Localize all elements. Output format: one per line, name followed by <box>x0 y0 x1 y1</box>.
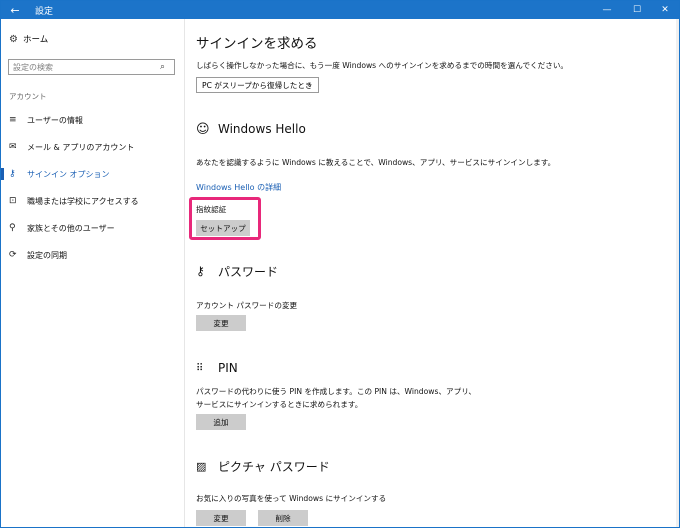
picture-password-title: ピクチャ パスワード <box>218 459 330 474</box>
minimize-icon[interactable]: — <box>593 1 621 19</box>
pin-keypad-icon: ⠿ <box>196 362 204 374</box>
picture-password-change-button[interactable]: 変更 <box>196 510 246 526</box>
sidebar-item-label: 設定の同期 <box>27 250 67 260</box>
key-icon: ⚷ <box>196 264 205 278</box>
briefcase-icon: ⊡ <box>9 196 17 206</box>
require-signin-description: しばらく操作しなかった場合に、もう一度 Windows へのサインインを求めるま… <box>196 61 569 70</box>
mail-icon: ✉ <box>9 142 17 152</box>
pin-description-line2: サービスにサインインするときに求められます。 <box>196 400 363 409</box>
password-description: アカウント パスワードの変更 <box>196 301 298 310</box>
chevron-down-icon: ⌄ <box>306 80 313 89</box>
sidebar: ⚙ ホーム ⌕ アカウント ≡ ユーザーの情報 ✉ メール & アプリのアカウン… <box>1 19 185 527</box>
sync-icon: ⟳ <box>9 250 17 260</box>
windows-hello-description: あなたを認識するように Windows に教えることで、Windows、アプリ、… <box>196 158 556 167</box>
pin-header: ⠿ PIN <box>196 359 238 377</box>
fingerprint-label: 指紋認証 <box>196 205 227 214</box>
settings-window: ← 設定 — ☐ ✕ ⚙ ホーム ⌕ アカウント ≡ ユーザーの情報 ✉ メール… <box>0 0 680 528</box>
back-arrow-icon[interactable]: ← <box>1 1 29 19</box>
sidebar-item-label: 家族とその他のユーザー <box>27 223 115 233</box>
title-bar: ← 設定 — ☐ ✕ <box>1 1 679 19</box>
picture-password-description: お気に入りの写真を使って Windows にサインインする <box>196 494 387 503</box>
gear-icon: ⚙ <box>9 33 18 45</box>
maximize-icon[interactable]: ☐ <box>623 1 651 19</box>
settings-search-input[interactable] <box>13 61 158 73</box>
picture-password-header: ▨ ピクチャ パスワード <box>196 457 330 475</box>
password-title: パスワード <box>218 264 279 279</box>
sidebar-item-email-accounts[interactable]: ✉ メール & アプリのアカウント <box>1 138 184 156</box>
settings-search-box[interactable]: ⌕ <box>8 59 175 75</box>
sidebar-section-label: アカウント <box>9 92 47 101</box>
search-icon[interactable]: ⌕ <box>160 62 165 72</box>
sidebar-home-label: ホーム <box>23 35 49 45</box>
sidebar-item-label: 職場または学校にアクセスする <box>27 196 139 206</box>
picture-password-remove-button[interactable]: 削除 <box>258 510 308 526</box>
user-info-icon: ≡ <box>9 115 17 125</box>
windows-hello-learn-more-link[interactable]: Windows Hello の詳細 <box>196 182 281 193</box>
windows-hello-header: ☺ Windows Hello <box>196 120 306 138</box>
password-header: ⚷ パスワード <box>196 262 278 280</box>
windows-hello-title: Windows Hello <box>218 122 306 136</box>
key-icon: ⚷ <box>9 169 16 179</box>
fingerprint-setup-button[interactable]: セットアップ <box>196 220 250 236</box>
sidebar-item-user-info[interactable]: ≡ ユーザーの情報 <box>1 111 184 129</box>
sidebar-item-label: メール & アプリのアカウント <box>27 142 135 152</box>
password-change-button[interactable]: 変更 <box>196 315 246 331</box>
close-icon[interactable]: ✕ <box>651 1 679 19</box>
picture-icon: ▨ <box>196 459 207 473</box>
require-signin-dropdown-value: PC がスリープから復帰したとき <box>202 80 313 90</box>
smiley-icon: ☺ <box>196 121 210 137</box>
sidebar-item-signin-options[interactable]: ⚷ サインイン オプション <box>1 165 184 183</box>
pin-title: PIN <box>218 361 238 375</box>
sidebar-item-label: サインイン オプション <box>27 169 110 179</box>
require-signin-title: サインインを求める <box>196 36 318 52</box>
pin-description-line1: パスワードの代わりに使う PIN を作成します。この PIN は、Windows… <box>196 387 476 396</box>
sidebar-item-sync-settings[interactable]: ⟳ 設定の同期 <box>1 246 184 264</box>
pin-add-button[interactable]: 追加 <box>196 414 246 430</box>
require-signin-dropdown[interactable]: PC がスリープから復帰したとき ⌄ <box>196 77 319 93</box>
window-title: 設定 <box>35 7 54 17</box>
sidebar-item-work-school[interactable]: ⊡ 職場または学校にアクセスする <box>1 192 184 210</box>
sidebar-home[interactable]: ⚙ ホーム <box>9 31 48 47</box>
main-content: サインインを求める しばらく操作しなかった場合に、もう一度 Windows への… <box>185 19 679 527</box>
sidebar-item-label: ユーザーの情報 <box>27 115 83 125</box>
scrollbar[interactable] <box>676 19 679 527</box>
sidebar-item-family-users[interactable]: ⚲ 家族とその他のユーザー <box>1 219 184 237</box>
person-add-icon: ⚲ <box>9 223 16 233</box>
